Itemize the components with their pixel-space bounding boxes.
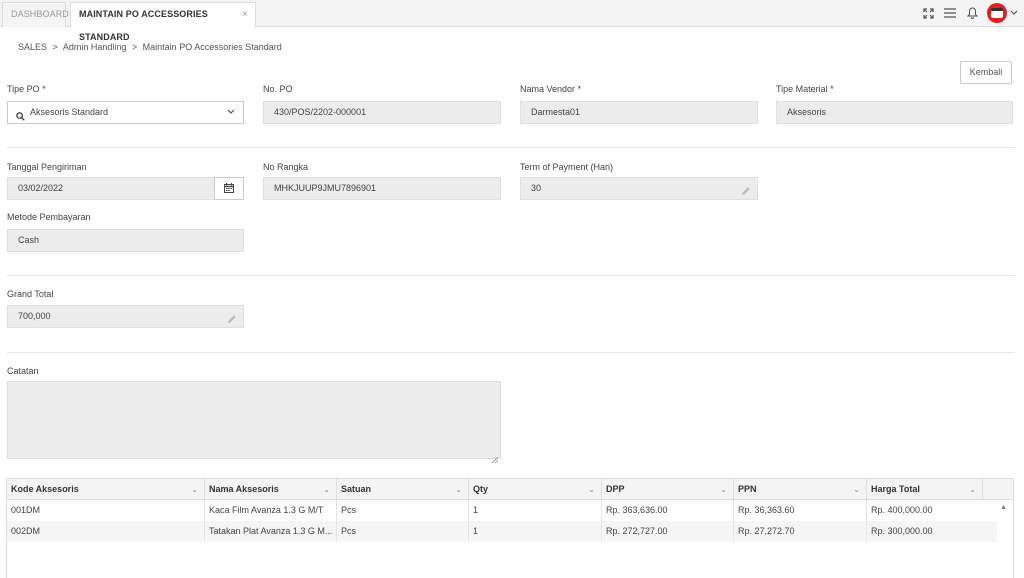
chevron-down-icon[interactable] — [1010, 8, 1018, 18]
calendar-button[interactable] — [214, 177, 244, 200]
table-row[interactable]: 001DM Kaca Film Avanza 1.3 G M/T Pcs 1 R… — [7, 500, 997, 521]
divider — [7, 147, 1015, 148]
cell-harga-total: Rp. 300,000.00 — [871, 526, 933, 536]
pencil-icon — [741, 183, 751, 195]
cell-dpp: Rp. 363,636.00 — [602, 500, 734, 521]
metode-pembayaran-field: Cash — [7, 229, 244, 252]
chevron-down-icon[interactable]: ⌄ — [588, 479, 595, 500]
tanggal-pengiriman-field[interactable]: 03/02/2022 — [7, 177, 215, 200]
avatar[interactable] — [987, 3, 1007, 23]
close-icon[interactable]: × — [242, 3, 248, 26]
accessories-table: Kode Aksesoris ⌄ Nama Aksesoris ⌄ Satuan ⌄ … — [6, 478, 1014, 578]
column-header-nama-aksesoris[interactable]: Nama Aksesoris ⌄ — [205, 479, 337, 500]
tanggal-pengiriman-label: Tanggal Pengiriman — [7, 162, 87, 172]
cell-harga-total: Rp. 400,000.00 — [871, 505, 933, 515]
top-bar: DASHBOARD MAINTAIN PO ACCESSORIES STANDA… — [0, 0, 1024, 42]
column-header-ppn[interactable]: PPN ⌄ — [734, 479, 867, 500]
cell-satuan: Pcs — [337, 521, 469, 542]
chevron-down-icon — [227, 102, 235, 123]
no-po-field: 430/POS/2202-000001 — [263, 101, 501, 124]
column-header-qty[interactable]: Qty ⌄ — [469, 479, 602, 500]
column-label: Kode Aksesoris — [11, 484, 79, 494]
nama-vendor-label: Nama Vendor * — [520, 84, 582, 94]
column-label: Qty — [473, 484, 489, 494]
chevron-down-icon[interactable]: ⌄ — [720, 479, 727, 500]
cell-dpp: Rp. 272,727.00 — [602, 521, 734, 542]
grand-total-label: Grand Total — [7, 289, 54, 299]
column-label: PPN — [738, 484, 757, 494]
grand-total-field: 700,000 — [7, 305, 244, 328]
calendar-icon — [224, 180, 234, 198]
search-icon — [16, 108, 26, 121]
breadcrumb-item-admin-handling[interactable]: Admin Handling — [63, 42, 127, 52]
bell-icon[interactable] — [965, 6, 979, 20]
breadcrumb-item-current: Maintain PO Accessories Standard — [142, 42, 282, 52]
cell-ppn: Rp. 36,363.60 — [734, 500, 867, 521]
tipe-po-label: Tipe PO * — [7, 84, 46, 94]
column-header-satuan[interactable]: Satuan ⌄ — [337, 479, 469, 500]
resize-handle-icon[interactable] — [491, 450, 499, 464]
chevron-down-icon[interactable]: ⌄ — [323, 479, 330, 500]
column-label: DPP — [606, 484, 625, 494]
tab-label: MAINTAIN PO ACCESSORIES STANDARD — [79, 9, 208, 42]
chevron-down-icon[interactable]: ⌄ — [191, 479, 198, 500]
tipe-po-select[interactable]: Aksesoris Standard — [7, 101, 244, 124]
tipe-material-label: Tipe Material * — [776, 84, 834, 94]
catatan-label: Catatan — [7, 366, 39, 376]
divider — [7, 352, 1015, 353]
table-row[interactable]: 002DM Tatakan Plat Avanza 1.3 G M... Pcs… — [7, 521, 997, 542]
no-rangka-label: No Rangka — [263, 162, 309, 172]
no-po-label: No. PO — [263, 84, 293, 94]
menu-icon[interactable] — [943, 6, 957, 20]
cell-nama: Tatakan Plat Avanza 1.3 G M... — [205, 521, 337, 542]
tipe-material-field: Aksesoris — [776, 101, 1013, 124]
cell-nama: Kaca Film Avanza 1.3 G M/T — [205, 500, 337, 521]
grand-total-value: 700,000 — [18, 311, 51, 321]
column-header-harga-total[interactable]: Harga Total ⌄ — [867, 479, 983, 500]
cell-kode: 001DM — [7, 500, 205, 521]
breadcrumb: SALES > Admin Handling > Maintain PO Acc… — [18, 42, 285, 52]
divider — [7, 275, 1015, 276]
avatar-image — [991, 8, 1003, 18]
cell-kode: 002DM — [7, 521, 205, 542]
column-label: Harga Total — [871, 484, 920, 494]
chevron-down-icon[interactable]: ⌄ — [853, 479, 860, 500]
expand-icon[interactable] — [921, 6, 935, 20]
column-label: Satuan — [341, 484, 372, 494]
breadcrumb-separator: > — [131, 42, 138, 52]
cell-satuan: Pcs — [337, 500, 469, 521]
term-of-payment-label: Term of Payment (Hari) — [520, 162, 614, 172]
kembali-button[interactable]: Kembali — [960, 61, 1012, 84]
table-header: Kode Aksesoris ⌄ Nama Aksesoris ⌄ Satuan ⌄ … — [7, 479, 1013, 500]
column-label: Nama Aksesoris — [209, 484, 279, 494]
tab-maintain-po-accessories[interactable]: MAINTAIN PO ACCESSORIES STANDARD × — [70, 2, 256, 42]
topbar-icons — [913, 3, 1018, 23]
breadcrumb-separator: > — [52, 42, 58, 52]
chevron-down-icon[interactable]: ⌄ — [969, 479, 976, 500]
breadcrumb-item-sales[interactable]: SALES — [18, 42, 47, 52]
metode-pembayaran-label: Metode Pembayaran — [7, 212, 91, 222]
no-rangka-field: MHKJUUP9JMU7896901 — [263, 177, 501, 200]
scroll-up-icon[interactable]: ▲ — [1000, 504, 1007, 511]
nama-vendor-field: Darmesta01 — [520, 101, 758, 124]
chevron-down-icon[interactable]: ⌄ — [455, 479, 462, 500]
tab-dashboard[interactable]: DASHBOARD — [2, 2, 69, 27]
cell-qty: 1 — [469, 521, 602, 542]
pencil-icon — [227, 311, 237, 323]
tipe-po-value: Aksesoris Standard — [30, 107, 109, 117]
catatan-textarea[interactable] — [7, 381, 501, 464]
column-header-dpp[interactable]: DPP ⌄ — [602, 479, 734, 500]
term-of-payment-field: 30 — [520, 177, 758, 200]
cell-ppn: Rp. 27,272.70 — [734, 521, 867, 542]
term-of-payment-value: 30 — [531, 183, 542, 193]
column-header-kode-aksesoris[interactable]: Kode Aksesoris ⌄ — [7, 479, 205, 500]
cell-qty: 1 — [469, 500, 602, 521]
